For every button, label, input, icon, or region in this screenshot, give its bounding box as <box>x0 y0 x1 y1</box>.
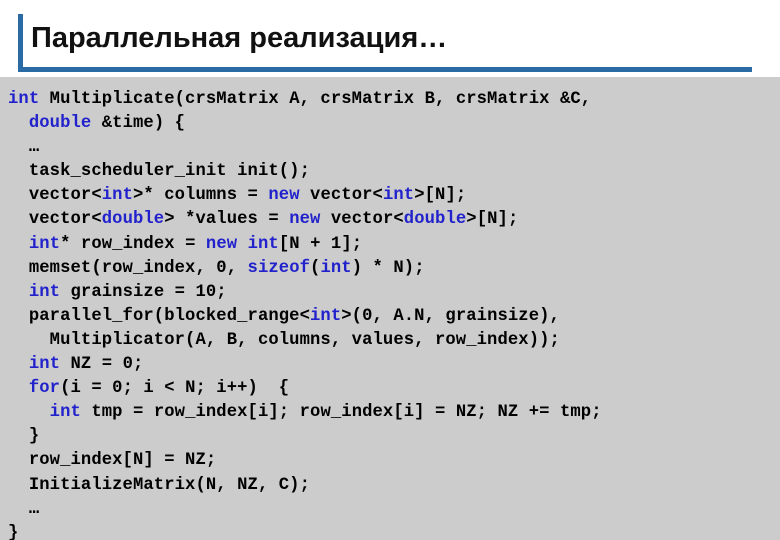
code-line: vector<double> *values = new vector<doub… <box>8 208 776 232</box>
code-line: row_index[N] = NZ; <box>8 449 776 473</box>
code-text: ( <box>310 258 321 278</box>
code-text: [N + 1]; <box>278 234 363 254</box>
code-text: memset(row_index, 0, <box>8 258 248 278</box>
code-line: InitializeMatrix(N, NZ, C); <box>8 474 776 498</box>
code-text: vector< <box>320 210 404 230</box>
code-keyword: int <box>382 186 415 206</box>
code-text: Multiplicate(crsMatrix A, crsMatrix B, c… <box>39 90 592 109</box>
code-text: vector< <box>8 210 102 230</box>
code-line: } <box>8 522 776 540</box>
code-line: int Multiplicate(crsMatrix A, crsMatrix … <box>8 88 776 112</box>
code-text: ) * N); <box>351 258 425 278</box>
code-text: task_scheduler_init init(); <box>8 162 311 182</box>
code-keyword: int <box>310 306 342 326</box>
code-text: } <box>8 427 40 447</box>
code-text: &time) { <box>91 114 186 134</box>
slide-title-area: Параллельная реализация… <box>0 0 780 77</box>
code-line: } <box>8 425 776 449</box>
page-title: Параллельная реализация… <box>31 22 448 54</box>
code-text: NZ = 0; <box>60 355 144 375</box>
code-text: (i = 0; i < N; i++) { <box>60 379 290 399</box>
code-keyword: int <box>49 403 81 423</box>
code-line: int NZ = 0; <box>8 353 776 377</box>
code-keyword: int <box>28 282 61 302</box>
code-line: … <box>8 498 776 522</box>
code-line: int tmp = row_index[i]; row_index[i] = N… <box>8 401 776 425</box>
code-text: tmp = row_index[i]; row_index[i] = NZ; N… <box>80 403 602 423</box>
code-line: parallel_for(blocked_range<int>(0, A.N, … <box>8 305 776 329</box>
code-keyword: new <box>289 210 321 230</box>
code-keyword: new <box>205 234 238 254</box>
code-text: parallel_for(blocked_range< <box>8 306 311 326</box>
code-text: row_index[N] = NZ; <box>8 451 217 471</box>
code-keyword: double <box>101 210 165 230</box>
code-text: } <box>8 523 19 540</box>
code-line: int grainsize = 10; <box>8 281 776 305</box>
code-text: InitializeMatrix(N, NZ, C); <box>8 475 311 495</box>
code-text: … <box>8 499 40 519</box>
code-keyword: double <box>28 114 92 134</box>
code-line: for(i = 0; i < N; i++) { <box>8 377 776 401</box>
code-text: >(0, A.N, grainsize), <box>341 306 560 326</box>
code-listing-panel: int Multiplicate(crsMatrix A, crsMatrix … <box>0 77 780 540</box>
code-text: * row_index = <box>60 234 206 254</box>
code-keyword: sizeof <box>247 258 311 278</box>
code-text: vector< <box>299 186 383 206</box>
code-keyword: int <box>101 186 133 206</box>
code-line: vector<int>* columns = new vector<int>[N… <box>8 184 776 208</box>
slide-root: Параллельная реализация… int Multiplicat… <box>0 0 780 540</box>
code-text: >[N]; <box>414 186 467 206</box>
code-line: int* row_index = new int[N + 1]; <box>8 233 776 257</box>
code-keyword: int <box>28 355 61 375</box>
code-line: memset(row_index, 0, sizeof(int) * N); <box>8 257 776 281</box>
code-line: … <box>8 136 776 160</box>
code-line: task_scheduler_init init(); <box>8 160 776 184</box>
title-accent-underline <box>18 67 752 72</box>
code-line: double &time) { <box>8 112 776 136</box>
code-text: >[N]; <box>466 210 519 230</box>
code-text: vector< <box>8 186 102 206</box>
code-keyword: int <box>247 234 279 254</box>
code-text: … <box>8 138 40 158</box>
code-text: >* columns = <box>132 186 269 206</box>
code-line: Multiplicator(A, B, columns, values, row… <box>8 329 776 353</box>
code-keyword: int <box>320 258 352 278</box>
code-keyword: int <box>28 234 61 254</box>
code-keyword: double <box>403 210 467 230</box>
code-keyword: new <box>268 186 300 206</box>
code-keyword: int <box>8 90 40 109</box>
code-keyword: for <box>28 379 61 399</box>
code-text: > *values = <box>164 210 290 230</box>
code-listing: int Multiplicate(crsMatrix A, crsMatrix … <box>8 88 776 540</box>
code-text: grainsize = 10; <box>60 282 227 302</box>
title-accent-bar-left <box>18 14 23 72</box>
code-text: Multiplicator(A, B, columns, values, row… <box>8 330 560 350</box>
